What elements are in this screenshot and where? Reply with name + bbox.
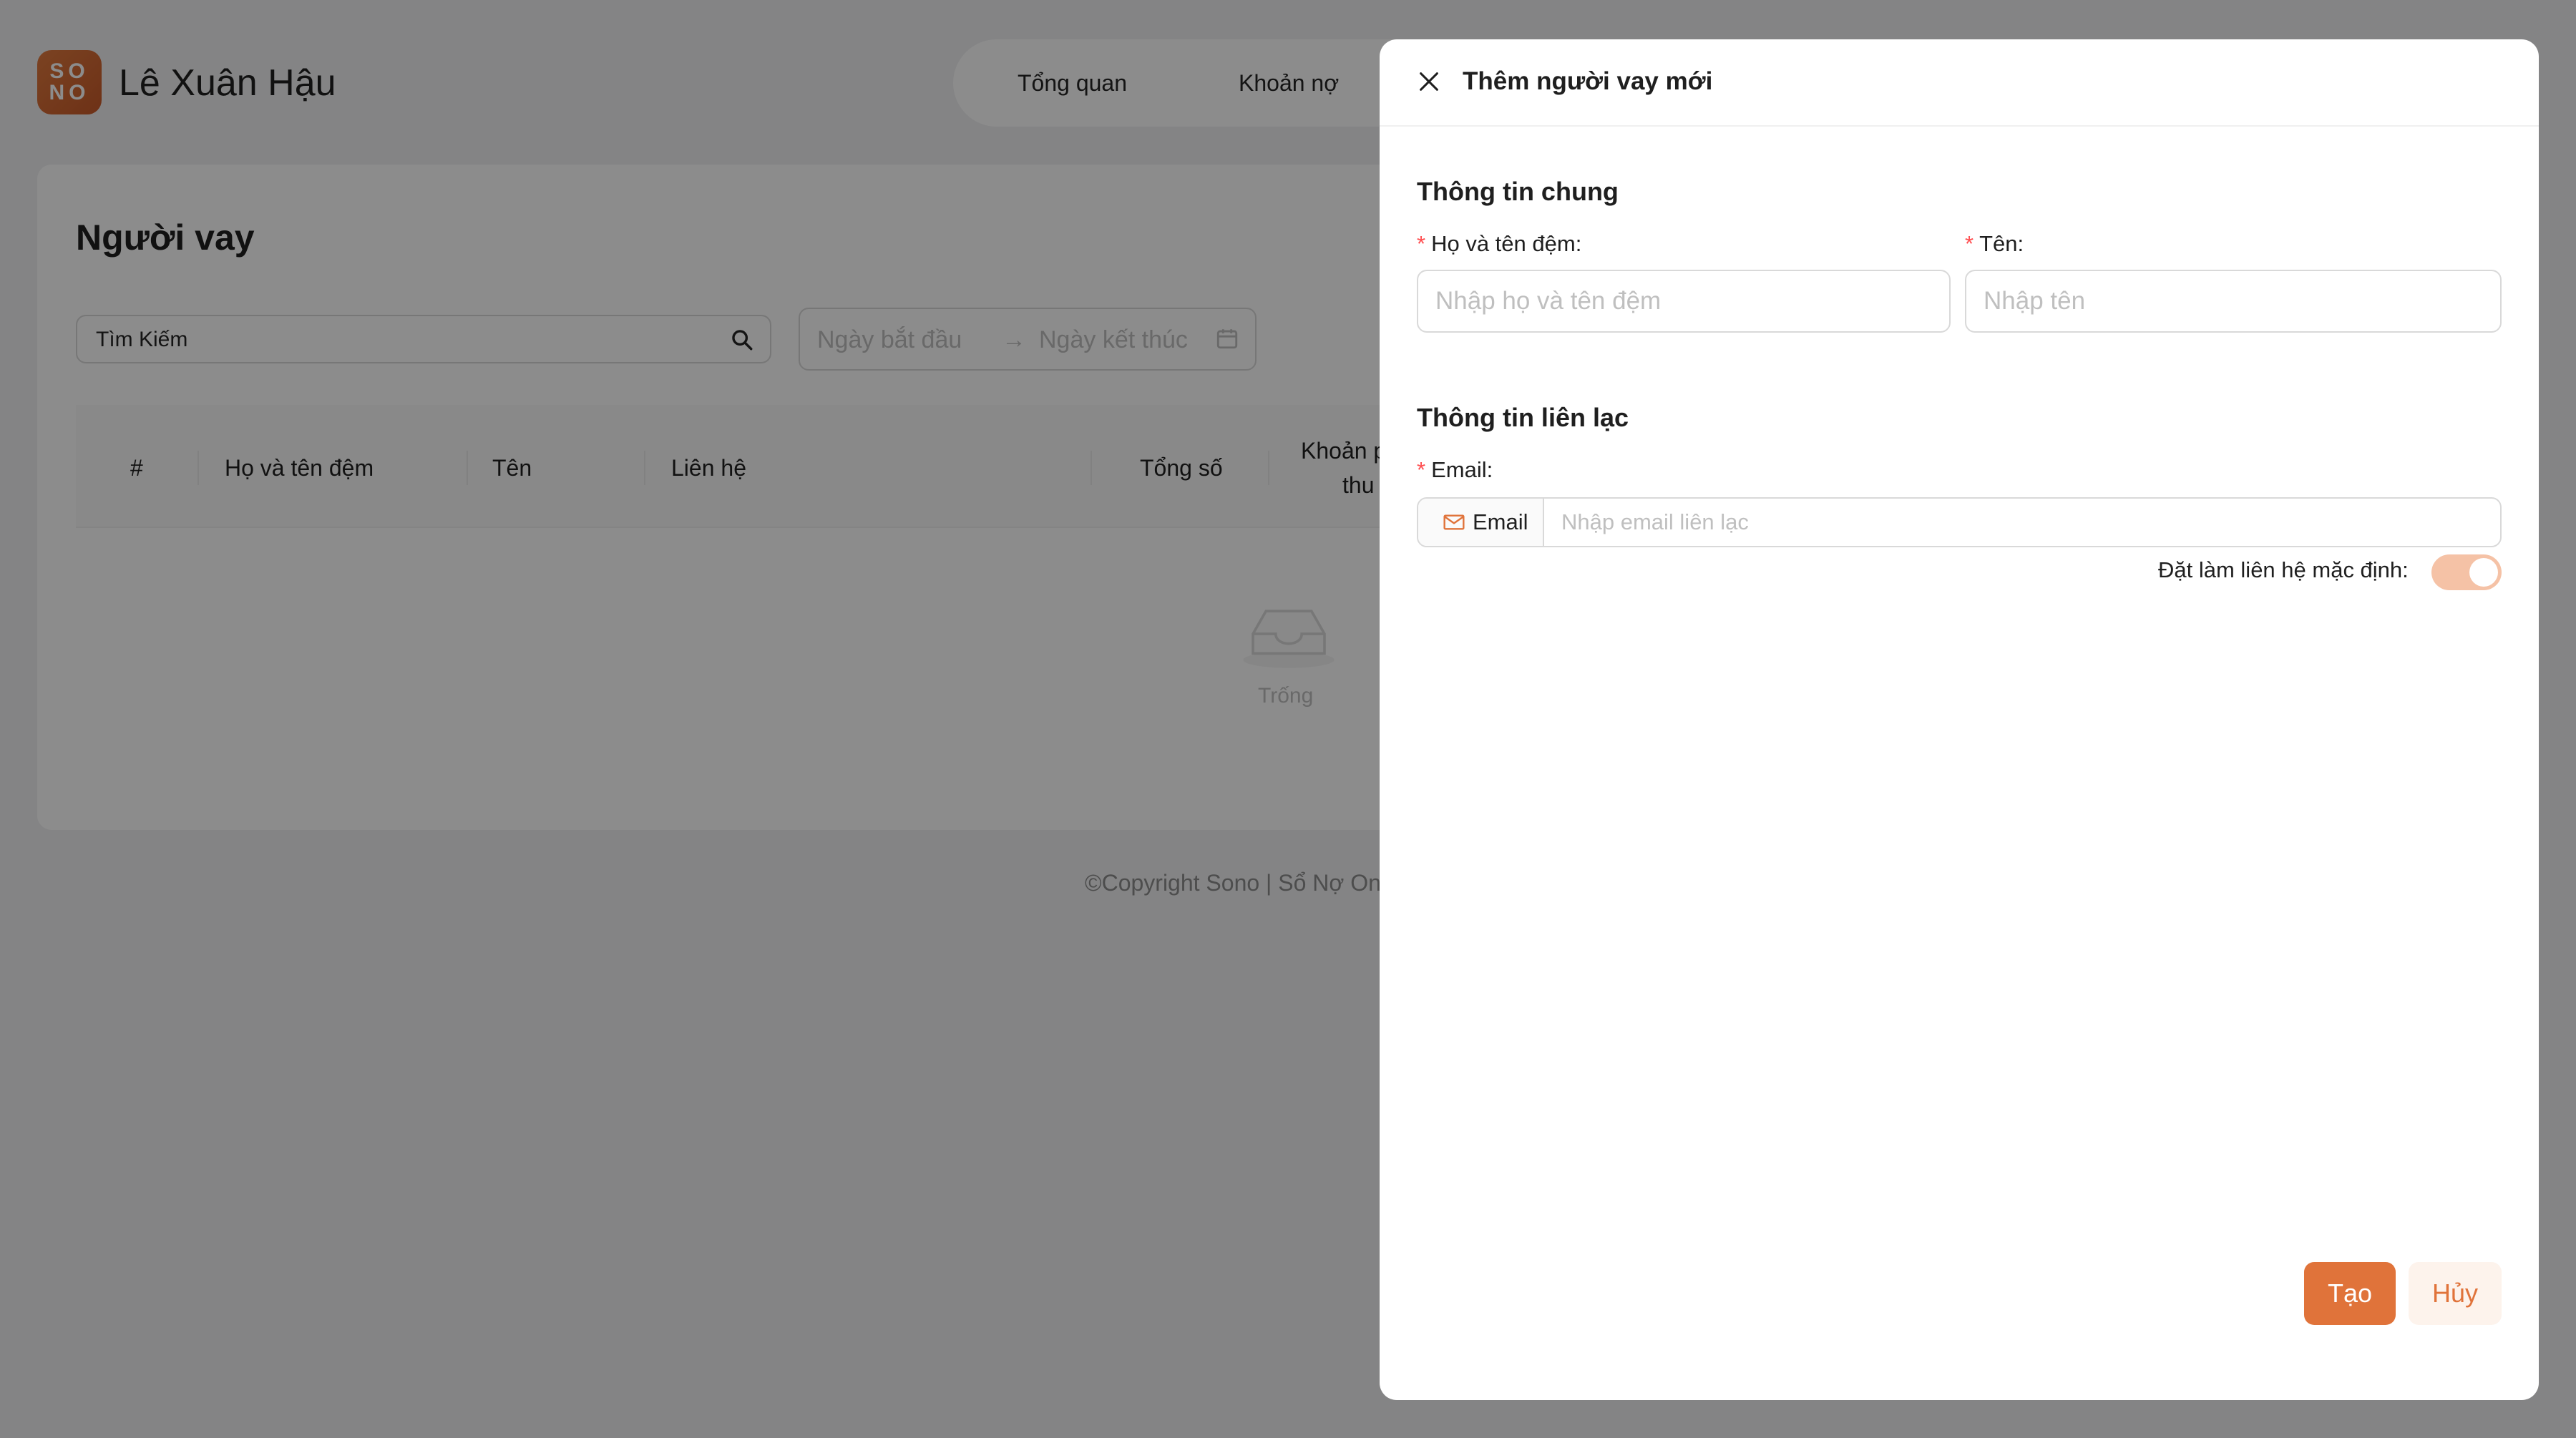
toggle-knob <box>2469 558 2498 587</box>
mail-icon <box>1443 514 1465 530</box>
contact-info-heading: Thông tin liên lạc <box>1417 403 1629 432</box>
first-name-label-text: Tên <box>1979 231 2018 256</box>
middle-name-input[interactable] <box>1417 270 1951 333</box>
email-label: * Email: <box>1417 456 1493 484</box>
required-mark: * <box>1965 231 1974 256</box>
email-addon: Email <box>1418 499 1544 546</box>
label-colon: : <box>1486 457 1493 482</box>
general-info-heading: Thông tin chung <box>1417 177 1619 206</box>
required-mark: * <box>1417 457 1426 482</box>
first-name-input[interactable] <box>1965 270 2502 333</box>
email-input[interactable] <box>1544 499 2500 546</box>
cancel-button[interactable]: Hủy <box>2409 1262 2502 1325</box>
email-field-group: Email <box>1417 497 2502 547</box>
default-contact-label-text: Đặt làm liên hệ mặc định <box>2158 557 2403 582</box>
label-colon: : <box>1575 231 1582 256</box>
default-contact-label: Đặt làm liên hệ mặc định: <box>2158 556 2409 585</box>
default-contact-toggle[interactable] <box>2431 554 2502 590</box>
drawer-header: Thêm người vay mới <box>1380 39 2539 127</box>
email-label-text: Email <box>1431 457 1487 482</box>
required-mark: * <box>1417 231 1426 256</box>
middle-name-label: * Họ và tên đệm: <box>1417 230 1581 258</box>
middle-name-label-text: Họ và tên đệm <box>1431 231 1576 256</box>
first-name-label: * Tên: <box>1965 230 2024 258</box>
email-addon-label: Email <box>1473 509 1528 534</box>
close-icon[interactable] <box>1417 69 1441 94</box>
label-colon: : <box>2402 557 2409 582</box>
drawer-title: Thêm người vay mới <box>1463 67 1713 95</box>
create-button[interactable]: Tạo <box>2304 1262 2396 1325</box>
add-borrower-drawer: Thêm người vay mới Thông tin chung * Họ v… <box>1380 39 2539 1400</box>
label-colon: : <box>2017 231 2024 256</box>
